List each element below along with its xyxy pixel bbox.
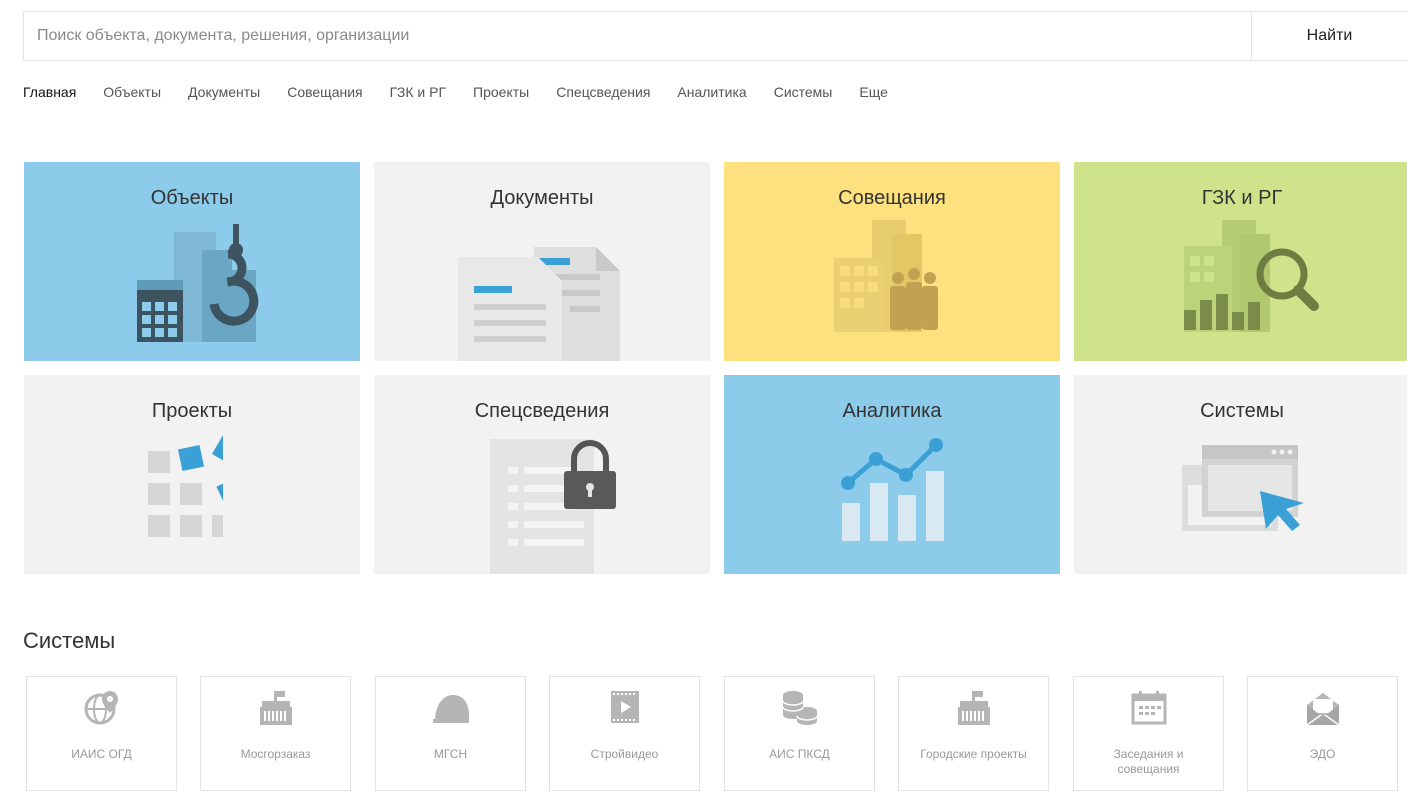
nav-item-home[interactable]: Главная — [23, 84, 76, 100]
nav-item-meetings[interactable]: Совещания — [287, 84, 362, 100]
tile-title: Спецсведения — [474, 400, 610, 422]
nav-item-analytics[interactable]: Аналитика — [677, 84, 746, 100]
nav-item-special[interactable]: Спецсведения — [556, 84, 650, 100]
tile-title: Документы — [490, 187, 594, 209]
system-card-sessions[interactable]: Заседания и совещания — [1073, 676, 1224, 791]
main-nav: Главная Объекты Документы Совещания ГЗК … — [23, 84, 915, 100]
tile-title: Системы — [1200, 400, 1284, 422]
tile-gzk[interactable]: ГЗК и РГ — [1074, 162, 1407, 361]
building-icon — [957, 691, 990, 725]
video-film-icon — [610, 691, 639, 723]
system-label: Городские проекты — [920, 747, 1027, 761]
tile-meetings[interactable]: Совещания — [724, 162, 1060, 361]
system-label: Мосгорзаказ — [240, 747, 311, 761]
coins-stack-icon — [781, 691, 818, 725]
tile-projects[interactable]: Проекты — [24, 375, 360, 574]
tile-title: Проекты — [151, 400, 233, 422]
system-label: АИС ПКСД — [769, 747, 830, 761]
system-card-mgsn[interactable]: МГСН — [375, 676, 526, 791]
nav-item-objects[interactable]: Объекты — [103, 84, 161, 100]
nav-item-gzk[interactable]: ГЗК и РГ — [390, 84, 446, 100]
system-card-city-projects[interactable]: Городские проекты — [898, 676, 1049, 791]
system-label: ИАИС ОГД — [71, 747, 132, 761]
globe-pin-icon — [84, 691, 118, 725]
search-input[interactable] — [24, 12, 1251, 60]
system-label: Стройвидео — [590, 747, 659, 761]
nav-item-more[interactable]: Еще — [859, 84, 888, 100]
building-icon — [259, 691, 292, 725]
system-card-ais-pksd[interactable]: АИС ПКСД — [724, 676, 875, 791]
tile-systems[interactable]: Системы — [1074, 375, 1407, 574]
tile-objects[interactable]: Объекты — [24, 162, 360, 361]
tile-title: Объекты — [150, 187, 234, 209]
open-envelope-icon — [1306, 693, 1339, 726]
search-bar: Найти — [23, 11, 1407, 61]
system-card-mosgorzakaz[interactable]: Мосгорзаказ — [200, 676, 351, 791]
tile-analytics[interactable]: Аналитика — [724, 375, 1060, 574]
system-label: ЭДО — [1309, 747, 1336, 761]
tile-title: Совещания — [838, 187, 946, 209]
nav-item-documents[interactable]: Документы — [188, 84, 260, 100]
nav-item-systems[interactable]: Системы — [774, 84, 833, 100]
tile-title: Аналитика — [842, 400, 942, 422]
tile-documents[interactable]: Документы — [374, 162, 710, 361]
calendar-icon — [1131, 691, 1166, 725]
search-button[interactable]: Найти — [1251, 12, 1407, 60]
systems-section-title: Системы — [23, 628, 116, 653]
tile-special[interactable]: Спецсведения — [374, 375, 710, 574]
tile-title: ГЗК и РГ — [1201, 187, 1283, 209]
system-card-stroyvideo[interactable]: Стройвидео — [549, 676, 700, 791]
system-label: Заседания и совещания — [1113, 747, 1184, 776]
system-card-iais-ogd[interactable]: ИАИС ОГД — [26, 676, 177, 791]
nav-item-projects[interactable]: Проекты — [473, 84, 529, 100]
system-label: МГСН — [433, 747, 468, 761]
hard-hat-icon — [432, 695, 469, 723]
system-card-edo[interactable]: ЭДО — [1247, 676, 1398, 791]
